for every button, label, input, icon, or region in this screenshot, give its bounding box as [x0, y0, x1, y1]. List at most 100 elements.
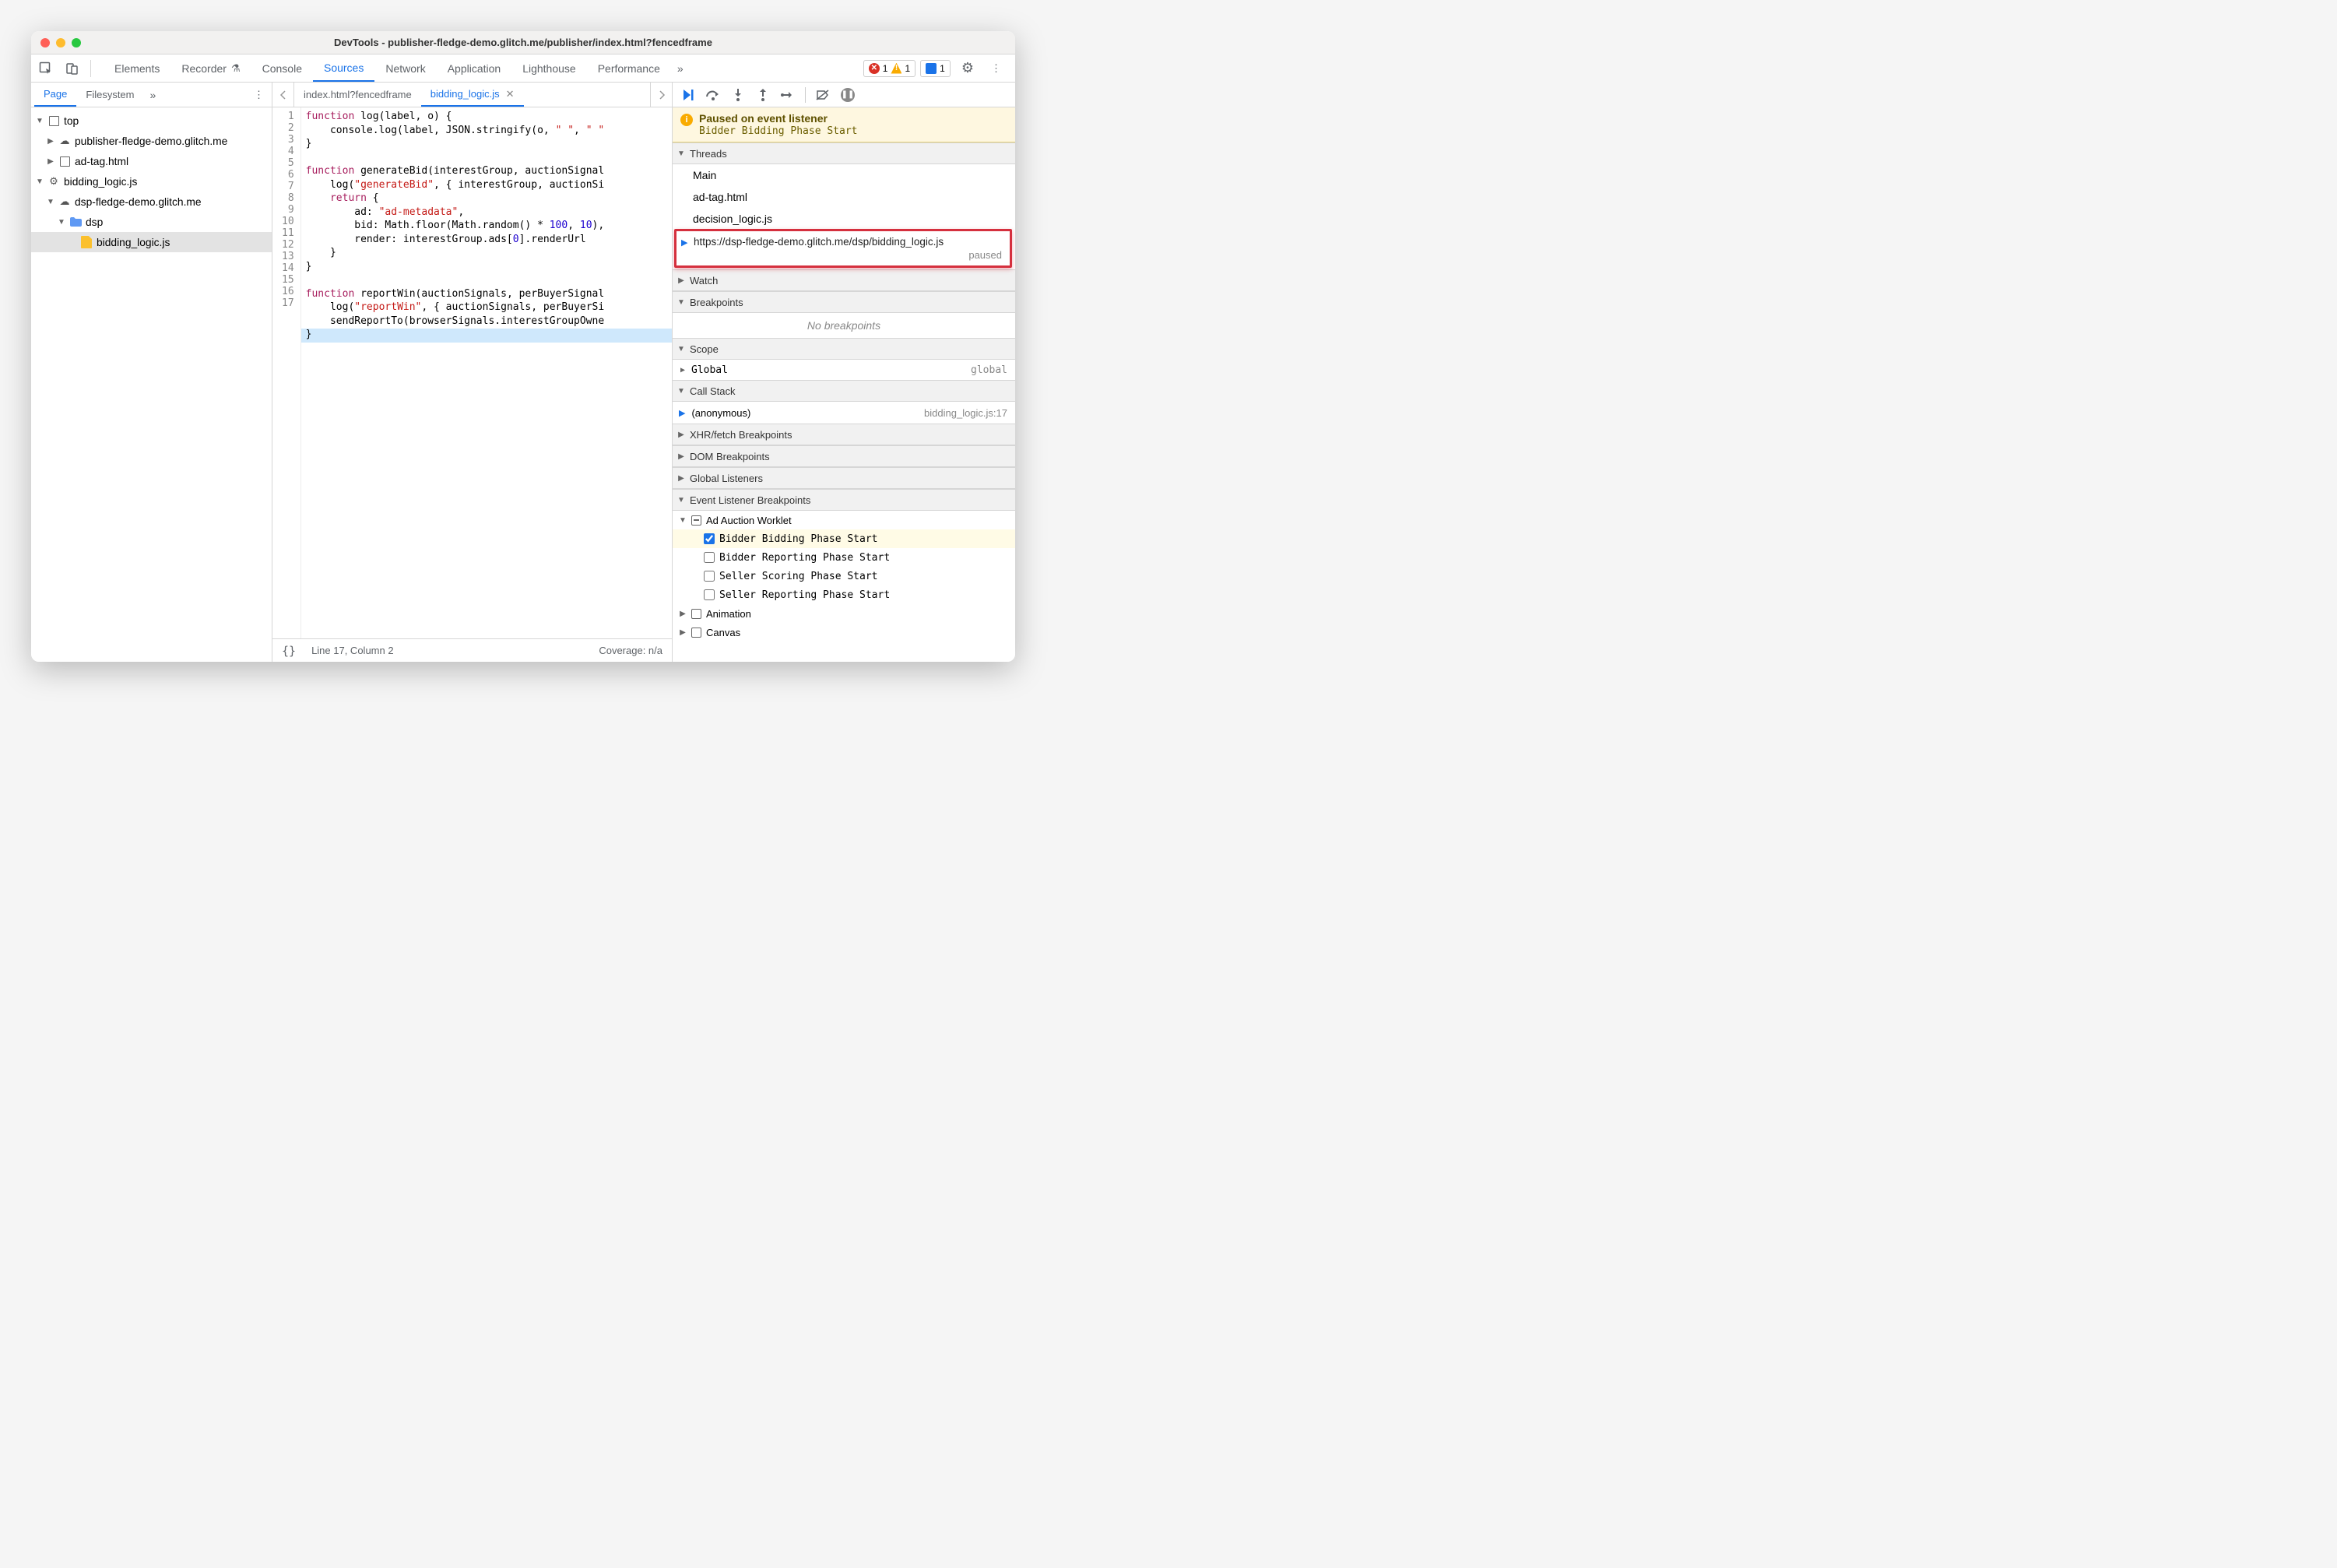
disclosure-triangle-icon[interactable]: ▶ — [47, 157, 54, 166]
thread-active-bidding[interactable]: ▶ https://dsp-fledge-demo.glitch.me/dsp/… — [674, 229, 1012, 268]
disclosure-triangle-icon: ▼ — [679, 516, 687, 525]
checkbox-indeterminate-icon[interactable] — [691, 515, 701, 526]
file-tree: ▼ top ▶ ☁ publisher-fledge-demo.glitch.m… — [31, 107, 272, 662]
global-listeners-section-header[interactable]: ▶ Global Listeners — [673, 467, 1015, 489]
close-tab-icon[interactable]: ✕ — [506, 88, 515, 100]
file-tab-bidding[interactable]: bidding_logic.js ✕ — [421, 83, 524, 107]
thread-decision-logic[interactable]: decision_logic.js — [673, 208, 1015, 230]
disclosure-triangle-icon: ▶ — [677, 474, 685, 483]
elb-item-bidder-bidding-start[interactable]: Bidder Bidding Phase Start — [673, 529, 1015, 548]
checkbox[interactable] — [704, 552, 715, 563]
checkbox[interactable] — [704, 533, 715, 544]
stack-frame[interactable]: ▶ (anonymous) bidding_logic.js:17 — [673, 402, 1015, 424]
thread-main[interactable]: Main — [673, 164, 1015, 186]
disclosure-triangle-icon: ▶ — [679, 366, 687, 374]
more-tabs-icon[interactable]: » — [671, 54, 690, 82]
tab-network[interactable]: Network — [374, 54, 436, 82]
scope-value: global — [971, 364, 1007, 376]
xhr-section-header[interactable]: ▶ XHR/fetch Breakpoints — [673, 424, 1015, 445]
tab-sources[interactable]: Sources — [313, 54, 374, 82]
checkbox[interactable] — [704, 571, 715, 582]
format-icon[interactable]: {} — [282, 644, 296, 658]
callstack-section-header[interactable]: ▼ Call Stack — [673, 380, 1015, 402]
navigator-tab-filesystem[interactable]: Filesystem — [76, 83, 143, 107]
elb-item-seller-scoring-start[interactable]: Seller Scoring Phase Start — [673, 567, 1015, 585]
tree-bidding-file[interactable]: ▶ bidding_logic.js — [31, 232, 272, 252]
tree-label: dsp-fledge-demo.glitch.me — [75, 196, 202, 208]
thread-url: https://dsp-fledge-demo.glitch.me/dsp/bi… — [694, 236, 1002, 248]
pause-banner: i Paused on event listener Bidder Biddin… — [673, 107, 1015, 142]
checkbox-empty-icon[interactable] — [691, 609, 701, 619]
issues-badge[interactable]: 1 — [920, 60, 951, 77]
devtools-window: DevTools - publisher-fledge-demo.glitch.… — [31, 31, 1015, 662]
coverage-status: Coverage: n/a — [599, 645, 662, 656]
main-menu-icon[interactable]: ⋮ — [985, 59, 1007, 78]
elb-item-label: Seller Reporting Phase Start — [719, 589, 890, 601]
tree-top[interactable]: ▼ top — [31, 111, 272, 131]
dom-section-header[interactable]: ▶ DOM Breakpoints — [673, 445, 1015, 467]
step-into-icon[interactable] — [727, 84, 749, 106]
tab-recorder[interactable]: Recorder ⚗ — [170, 54, 251, 82]
tree-dsp-folder[interactable]: ▼ dsp — [31, 212, 272, 232]
elb-cat-canvas[interactable]: ▶ Canvas — [673, 623, 1015, 642]
checkbox-empty-icon[interactable] — [691, 628, 701, 638]
stack-fn-name: (anonymous) — [691, 407, 750, 419]
issues-icon — [926, 63, 937, 74]
tree-ad-tag[interactable]: ▶ ad-tag.html — [31, 151, 272, 171]
tree-publisher-domain[interactable]: ▶ ☁ publisher-fledge-demo.glitch.me — [31, 131, 272, 151]
inspect-element-icon[interactable] — [34, 57, 58, 80]
elb-item-seller-reporting-start[interactable]: Seller Reporting Phase Start — [673, 585, 1015, 604]
code-editor[interactable]: 1 2 3 4 5 6 7 8 9 10 11 12 13 14 15 16 1… — [272, 107, 672, 638]
navigator-panel: Page Filesystem » ⋮ ▼ top ▶ ☁ publisher-… — [31, 83, 272, 662]
disclosure-triangle-icon: ▶ — [679, 610, 687, 618]
tree-bidding-worker[interactable]: ▼ ⚙ bidding_logic.js — [31, 171, 272, 192]
tree-label: dsp — [86, 216, 103, 228]
tab-performance[interactable]: Performance — [587, 54, 671, 82]
debugger-panel: ❚❚ i Paused on event listener Bidder Bid… — [673, 83, 1015, 662]
tab-application[interactable]: Application — [437, 54, 512, 82]
watch-section-header[interactable]: ▶ Watch — [673, 269, 1015, 291]
navigator-tab-page[interactable]: Page — [34, 83, 76, 107]
scope-section-header[interactable]: ▼ Scope — [673, 338, 1015, 360]
disclosure-triangle-icon[interactable]: ▼ — [47, 198, 54, 206]
step-over-icon[interactable] — [702, 84, 724, 106]
elb-cat-animation[interactable]: ▶ Animation — [673, 604, 1015, 623]
tab-elements[interactable]: Elements — [104, 54, 170, 82]
disclosure-triangle-icon[interactable]: ▼ — [58, 218, 65, 227]
breakpoints-section-header[interactable]: ▼ Breakpoints — [673, 291, 1015, 313]
disclosure-triangle-icon[interactable]: ▼ — [36, 117, 44, 125]
disclosure-triangle-icon[interactable]: ▼ — [36, 178, 44, 186]
deactivate-breakpoints-icon[interactable] — [812, 84, 834, 106]
step-out-icon[interactable] — [752, 84, 774, 106]
elb-section-header[interactable]: ▼ Event Listener Breakpoints — [673, 489, 1015, 511]
error-warning-badge[interactable]: ✕ 1 ! 1 — [863, 60, 915, 77]
next-file-icon[interactable] — [650, 83, 672, 107]
navigator-more-icon[interactable]: » — [146, 83, 161, 107]
settings-gear-icon[interactable]: ⚙ — [955, 57, 980, 79]
tree-dsp-domain[interactable]: ▼ ☁ dsp-fledge-demo.glitch.me — [31, 192, 272, 212]
line-gutter[interactable]: 1 2 3 4 5 6 7 8 9 10 11 12 13 14 15 16 1… — [272, 107, 301, 638]
prev-file-icon[interactable] — [272, 83, 294, 107]
file-tab-index[interactable]: index.html?fencedframe — [294, 83, 421, 107]
checkbox[interactable] — [704, 589, 715, 600]
disclosure-triangle-icon: ▼ — [677, 345, 685, 353]
elb-cat-ad-auction[interactable]: ▼ Ad Auction Worklet — [673, 511, 1015, 529]
pause-subtitle: Bidder Bidding Phase Start — [699, 125, 858, 137]
elb-item-bidder-reporting-start[interactable]: Bidder Reporting Phase Start — [673, 548, 1015, 567]
tab-lighthouse[interactable]: Lighthouse — [511, 54, 587, 82]
resume-icon[interactable] — [677, 84, 699, 106]
pause-on-exceptions-icon[interactable]: ❚❚ — [837, 84, 859, 106]
main-tabs: Elements Recorder ⚗ Console Sources Netw… — [104, 54, 860, 82]
code-area[interactable]: function log(label, o) { console.log(lab… — [301, 107, 672, 638]
step-icon[interactable] — [777, 84, 799, 106]
disclosure-triangle-icon[interactable]: ▶ — [47, 137, 54, 146]
scope-global[interactable]: ▶ Global global — [673, 360, 1015, 380]
navigator-menu-icon[interactable]: ⋮ — [246, 83, 272, 107]
section-title: Scope — [690, 343, 719, 355]
folder-icon — [69, 216, 82, 228]
threads-section-header[interactable]: ▼ Threads — [673, 142, 1015, 164]
tab-console[interactable]: Console — [251, 54, 313, 82]
device-toolbar-icon[interactable] — [61, 57, 84, 80]
thread-ad-tag[interactable]: ad-tag.html — [673, 186, 1015, 208]
disclosure-triangle-icon: ▼ — [677, 496, 685, 505]
